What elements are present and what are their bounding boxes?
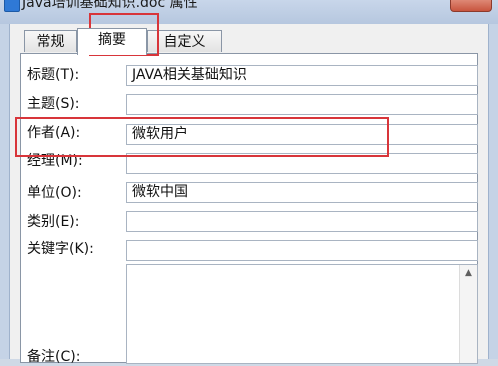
category-field[interactable] — [126, 211, 478, 232]
window-frame-right — [488, 24, 498, 359]
author-field[interactable]: 微软用户 — [126, 124, 478, 145]
category-label: 类别(E): — [27, 214, 80, 230]
comments-label: 备注(C): — [27, 349, 81, 365]
window-titlebar: Java培训基础知识.doc 属性 — [0, 0, 498, 24]
close-button[interactable] — [450, 0, 492, 12]
keywords-label: 关键字(K): — [27, 241, 94, 257]
comments-textarea[interactable]: ▲ — [126, 264, 478, 364]
window-frame-left — [0, 24, 10, 359]
window-title: Java培训基础知识.doc 属性 — [22, 0, 198, 11]
keywords-field[interactable] — [126, 240, 478, 261]
scroll-up-arrow-icon[interactable]: ▲ — [460, 265, 477, 282]
title-label: 标题(T): — [27, 67, 80, 83]
tab-general[interactable]: 常规 — [24, 30, 77, 52]
manager-label: 经理(M): — [27, 153, 83, 169]
company-label: 单位(O): — [27, 185, 82, 201]
manager-field[interactable] — [126, 153, 478, 174]
comments-scrollbar[interactable]: ▲ — [459, 265, 477, 363]
tab-custom[interactable]: 自定义 — [147, 30, 222, 52]
company-field[interactable]: 微软中国 — [126, 182, 478, 203]
title-field[interactable]: JAVA相关基础知识 — [126, 65, 478, 86]
tab-summary[interactable]: 摘要 — [77, 28, 147, 55]
subject-field[interactable] — [126, 94, 478, 115]
author-label: 作者(A): — [27, 125, 81, 141]
subject-label: 主题(S): — [27, 96, 80, 112]
document-icon — [4, 0, 20, 12]
